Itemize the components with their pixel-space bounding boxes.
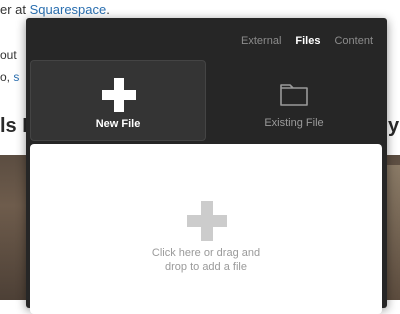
tab-content[interactable]: Content bbox=[334, 35, 373, 47]
dropzone-instructions: Click here or drag and drop to add a fil… bbox=[30, 246, 382, 274]
background-text: o, bbox=[0, 70, 14, 84]
background-text: er at bbox=[0, 2, 30, 17]
squarespace-link[interactable]: Squarespace bbox=[30, 2, 107, 17]
background-text: . bbox=[106, 2, 110, 17]
dropzone-text-line: drop to add a file bbox=[165, 261, 247, 273]
new-file-label: New File bbox=[95, 118, 141, 130]
background-text-line: out bbox=[0, 48, 17, 62]
background-text-line: er at Squarespace. bbox=[0, 2, 110, 17]
new-file-option[interactable]: New File bbox=[30, 60, 206, 141]
plus-icon bbox=[187, 201, 227, 241]
dropzone-text-line: Click here or drag and bbox=[151, 247, 261, 259]
existing-file-label: Existing File bbox=[264, 117, 324, 129]
background-link[interactable]: s bbox=[13, 70, 19, 84]
background-heading: y bbox=[388, 115, 400, 137]
dialog-tabs: External Files Content bbox=[241, 35, 373, 47]
tab-external[interactable]: External bbox=[241, 35, 281, 47]
file-dropzone[interactable]: Click here or drag and drop to add a fil… bbox=[30, 144, 382, 314]
existing-file-option[interactable]: Existing File bbox=[206, 60, 382, 141]
background-text-line: o, s bbox=[0, 70, 19, 84]
plus-icon bbox=[102, 78, 136, 112]
file-picker-dialog: External Files Content New File Existing… bbox=[26, 18, 387, 314]
tab-files[interactable]: Files bbox=[295, 35, 320, 47]
folder-icon bbox=[280, 84, 308, 106]
